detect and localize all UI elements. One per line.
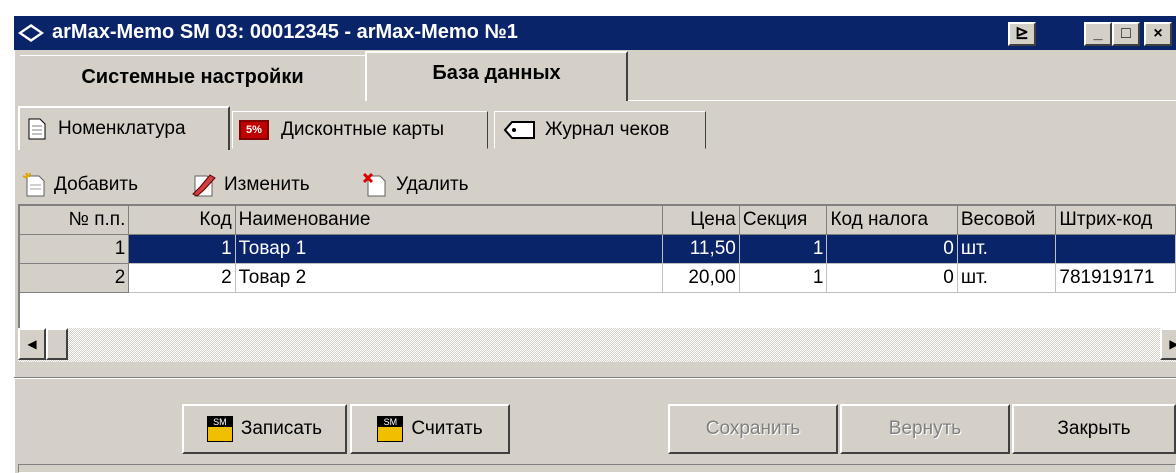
close-icon: × — [1153, 25, 1163, 42]
status-bar — [18, 464, 1176, 473]
sim-card-icon: SM — [206, 416, 233, 442]
column-header[interactable]: Цена — [662, 206, 740, 235]
subtab-discount-cards[interactable]: 5% Дисконтные карты — [232, 111, 488, 149]
cell-name[interactable]: Товар 1 — [235, 234, 664, 264]
cell-code[interactable]: 1 — [128, 234, 236, 264]
receipt-tag-icon — [503, 121, 535, 139]
edit-label: Изменить — [224, 174, 310, 195]
close-label: Закрыть — [1057, 418, 1131, 439]
scroll-right-button[interactable]: ▶ — [1160, 328, 1176, 360]
cell-section[interactable]: 1 — [739, 234, 828, 264]
document-icon — [28, 118, 46, 140]
cell-barcode[interactable] — [1055, 234, 1176, 264]
minimize-icon: _ — [1093, 25, 1103, 42]
row-number[interactable]: 1 — [20, 234, 130, 264]
discount-card-icon: 5% — [239, 120, 269, 140]
tab-label: Системные настройки — [81, 66, 304, 88]
add-document-icon — [22, 172, 45, 197]
window-title: arMax-Memo SM 03: 00012345 - arMax-Memo … — [52, 21, 518, 43]
minimize-button[interactable]: _ — [1084, 22, 1112, 46]
delete-button[interactable]: Удалить — [362, 170, 469, 200]
subtab-label: Номенклатура — [58, 118, 186, 139]
edit-document-icon — [192, 174, 216, 197]
grid-header-row: № п.п. Код Наименование Цена Секция Код … — [20, 206, 1176, 235]
help-icon: ⊵ — [1015, 25, 1029, 42]
revert-button[interactable]: Вернуть — [840, 404, 1010, 454]
grid-table: № п.п. Код Наименование Цена Секция Код … — [20, 206, 1176, 293]
arrow-right-icon: ▶ — [1169, 337, 1176, 351]
subtab-receipt-journal[interactable]: Журнал чеков — [494, 111, 706, 149]
help-button[interactable]: ⊵ — [1008, 22, 1036, 46]
subtab-nomenclature[interactable]: Номенклатура — [18, 106, 230, 150]
table-row[interactable]: 2 2 Товар 2 20,00 1 0 шт. 781919171 — [20, 263, 1176, 293]
tab-database[interactable]: База данных — [365, 51, 628, 101]
cell-price[interactable]: 11,50 — [662, 234, 740, 264]
cell-weight[interactable]: шт. — [957, 263, 1057, 293]
divider — [14, 378, 1176, 379]
row-number[interactable]: 2 — [20, 263, 130, 293]
read-label: Считать — [411, 418, 483, 439]
close-button[interactable]: Закрыть — [1012, 404, 1176, 454]
subtab-label: Журнал чеков — [545, 119, 670, 140]
column-header[interactable]: № п.п. — [20, 206, 130, 235]
title-bar[interactable]: arMax-Memo SM 03: 00012345 - arMax-Memo … — [14, 16, 1176, 50]
tab-strip-line — [628, 100, 1176, 101]
app-logo-icon — [18, 24, 44, 42]
close-window-button[interactable]: × — [1144, 22, 1172, 46]
scroll-left-button[interactable]: ◀ — [18, 328, 46, 360]
tab-system-settings[interactable]: Системные настройки — [20, 55, 365, 99]
tab-label: База данных — [432, 61, 561, 84]
save-label: Сохранить — [705, 418, 801, 439]
cell-barcode[interactable]: 781919171 — [1055, 263, 1176, 293]
column-header[interactable]: Код налога — [826, 206, 958, 235]
nomenclature-grid[interactable]: № п.п. Код Наименование Цена Секция Код … — [18, 204, 1176, 328]
cell-tax-code[interactable]: 0 — [826, 263, 958, 293]
save-button[interactable]: Сохранить — [668, 404, 838, 454]
cell-weight[interactable]: шт. — [957, 234, 1057, 264]
cell-name[interactable]: Товар 2 — [235, 263, 664, 293]
horizontal-scrollbar[interactable]: ◀ ▶ — [18, 328, 1176, 362]
maximize-icon: □ — [1121, 25, 1131, 42]
arrow-left-icon: ◀ — [27, 337, 37, 351]
delete-label: Удалить — [396, 174, 469, 195]
add-button[interactable]: Добавить — [22, 170, 138, 200]
column-header[interactable]: Штрих-код — [1055, 206, 1176, 235]
cell-code[interactable]: 2 — [128, 263, 236, 293]
write-label: Записать — [240, 418, 323, 439]
cell-price[interactable]: 20,00 — [662, 263, 740, 293]
add-label: Добавить — [54, 174, 138, 195]
maximize-button[interactable]: □ — [1112, 22, 1140, 46]
revert-label: Вернуть — [888, 418, 962, 439]
column-header[interactable]: Наименование — [235, 206, 664, 235]
scroll-thumb[interactable] — [46, 328, 68, 360]
subtab-label: Дисконтные карты — [281, 119, 445, 140]
column-header[interactable]: Код — [128, 206, 236, 235]
sim-card-icon: SM — [377, 416, 404, 442]
delete-document-icon — [362, 172, 386, 197]
table-row[interactable]: 1 1 Товар 1 11,50 1 0 шт. — [20, 234, 1176, 264]
column-header[interactable]: Секция — [739, 206, 828, 235]
read-button[interactable]: SM Считать — [350, 404, 510, 454]
write-button[interactable]: SM Записать — [182, 404, 347, 454]
column-header[interactable]: Весовой — [957, 206, 1057, 235]
cell-section[interactable]: 1 — [739, 263, 828, 293]
cell-tax-code[interactable]: 0 — [826, 234, 958, 264]
edit-button[interactable]: Изменить — [190, 170, 310, 200]
